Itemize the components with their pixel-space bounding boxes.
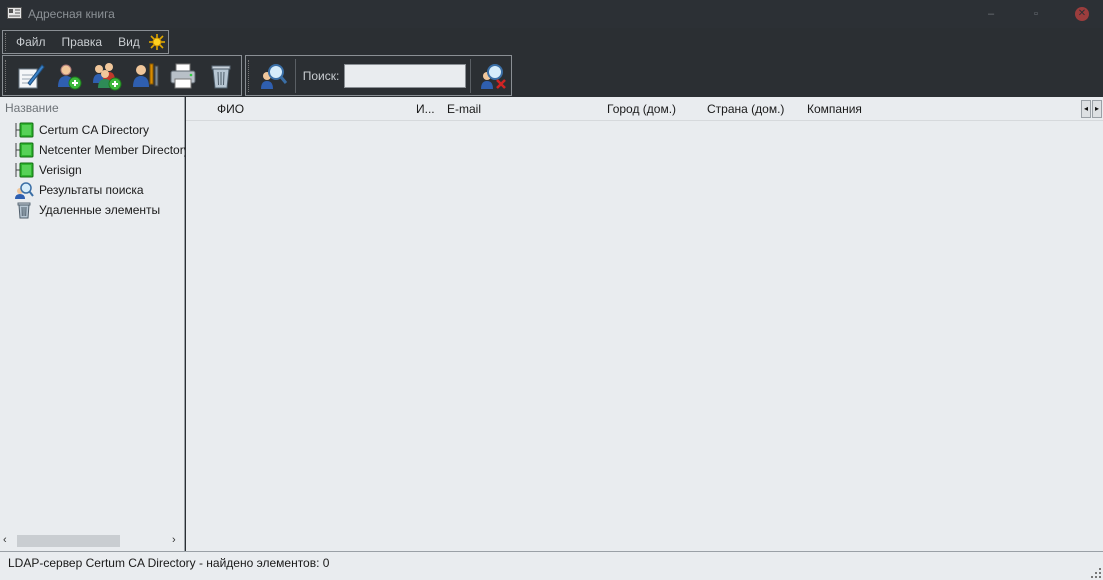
tree-item-label: Verisign	[39, 163, 82, 177]
contacts-pane: ФИО И... E-mail Город (дом.) Страна (дом…	[186, 97, 1103, 551]
new-group-button[interactable]	[88, 58, 126, 94]
contacts-list	[186, 122, 1103, 551]
search-input[interactable]	[344, 63, 467, 88]
folder-pane-header[interactable]: Название	[5, 101, 59, 115]
edit-contact-icon	[133, 63, 159, 87]
toolbar-separator	[294, 58, 296, 93]
scrollbar-thumb[interactable]	[17, 535, 120, 547]
printer-icon	[170, 63, 196, 88]
menu-file[interactable]: Файл	[8, 35, 54, 49]
main-toolbar	[2, 55, 242, 96]
deleted-items-icon	[17, 202, 31, 219]
maximize-button[interactable]: ▫	[1026, 5, 1046, 23]
ldap-directory-icon	[15, 122, 34, 138]
sun-icon[interactable]	[148, 34, 165, 50]
tree-item-label: Удаленные элементы	[39, 203, 161, 217]
tree-item-certum[interactable]: Certum CA Directory	[14, 120, 185, 140]
print-button[interactable]	[164, 58, 202, 94]
search-toolbar-grip[interactable]	[248, 59, 251, 92]
tree-item-netcenter[interactable]: Netcenter Member Directory	[14, 140, 185, 160]
column-header-country[interactable]: Страна (дом.)	[707, 102, 784, 116]
properties-button[interactable]	[126, 58, 164, 94]
delete-button[interactable]	[202, 58, 240, 94]
columns-scroll-left[interactable]: ◂	[1081, 100, 1091, 118]
minimize-button[interactable]: –	[981, 5, 1001, 23]
status-bar: LDAP-сервер Certum CA Directory - найден…	[0, 551, 1103, 580]
search-toolbar: Поиск:	[245, 55, 512, 96]
find-people-icon	[260, 63, 287, 89]
clear-search-button[interactable]	[475, 58, 511, 94]
tree-item-verisign[interactable]: Verisign	[14, 160, 185, 180]
menu-edit[interactable]: Правка	[54, 35, 111, 49]
window-title: Адресная книга	[28, 7, 115, 21]
column-header-city[interactable]: Город (дом.)	[607, 102, 676, 116]
folder-pane-hscrollbar[interactable]: ‹ ›	[0, 533, 185, 549]
column-header-name[interactable]: ФИО	[217, 102, 244, 116]
scroll-left-arrow[interactable]: ‹	[3, 534, 7, 546]
title-bar: Адресная книга – ▫ ✕	[0, 0, 1103, 28]
clear-search-icon	[481, 63, 507, 89]
toolbar-grip[interactable]	[5, 59, 8, 92]
menu-bar: Файл Правка Вид	[2, 30, 169, 54]
resize-grip-icon[interactable]	[1091, 568, 1101, 578]
search-label: Поиск:	[302, 68, 340, 83]
toolbar-separator	[470, 58, 472, 93]
find-people-button[interactable]	[255, 58, 291, 94]
column-header-company[interactable]: Компания	[807, 102, 862, 116]
columns-scroll-right[interactable]: ▸	[1092, 100, 1102, 118]
ldap-directory-icon	[15, 162, 34, 178]
folder-pane: Название Certum CA Directory Netcenter M…	[0, 97, 185, 551]
scroll-right-arrow[interactable]: ›	[172, 534, 176, 546]
tree-item-label: Certum CA Directory	[39, 123, 150, 137]
column-header-row: ФИО И... E-mail Город (дом.) Страна (дом…	[186, 97, 1103, 121]
column-header-email[interactable]: E-mail	[447, 102, 481, 116]
address-book-icon	[7, 7, 22, 19]
tree-item-search-results[interactable]: Результаты поиска	[14, 180, 185, 200]
tree-item-label: Netcenter Member Directory	[39, 143, 185, 157]
folder-tree: Certum CA Directory Netcenter Member Dir…	[14, 120, 185, 220]
trash-icon	[211, 65, 231, 88]
new-message-button[interactable]	[12, 58, 50, 94]
search-results-icon	[15, 182, 34, 199]
tree-item-label: Результаты поиска	[39, 183, 144, 197]
add-group-icon	[93, 62, 122, 90]
menu-view[interactable]: Вид	[110, 35, 148, 49]
new-contact-button[interactable]	[50, 58, 88, 94]
ldap-directory-icon	[15, 142, 34, 158]
column-header-nick[interactable]: И...	[416, 102, 435, 116]
add-contact-icon	[58, 64, 82, 89]
tree-item-deleted[interactable]: Удаленные элементы	[14, 200, 185, 220]
close-button[interactable]: ✕	[1075, 7, 1089, 21]
pen-paper-icon	[18, 63, 45, 88]
status-text: LDAP-сервер Certum CA Directory - найден…	[8, 556, 330, 570]
